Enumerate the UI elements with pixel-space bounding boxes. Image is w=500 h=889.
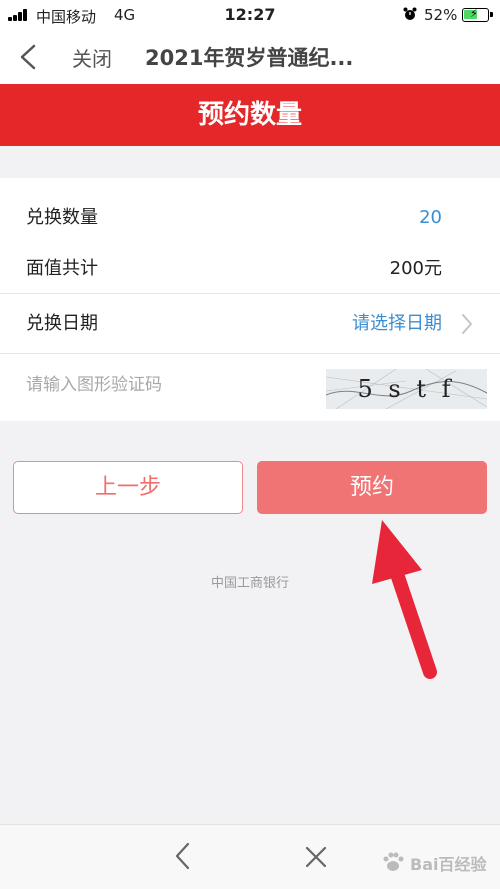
nav-bar: 关闭 2021年贺岁普通纪... [0, 30, 500, 84]
status-bar: 中国移动 4G 12:27 52% ⚡ [0, 0, 500, 30]
quantity-label: 兑换数量 [26, 207, 98, 228]
quantity-row: 兑换数量 20 [0, 178, 500, 238]
reservation-form: 兑换数量 20 面值共计 200元 兑换日期 请选择日期 5 s t f [0, 178, 500, 421]
battery-percent: 52% [424, 6, 458, 24]
close-link[interactable]: 关闭 [72, 43, 112, 72]
alarm-icon [403, 7, 417, 20]
page-title: 2021年贺岁普通纪... [145, 46, 354, 70]
bottom-toolbar: Bai百经验 [0, 824, 500, 889]
captcha-image[interactable]: 5 s t f [326, 369, 487, 409]
date-label: 兑换日期 [26, 313, 98, 334]
face-value-label: 面值共计 [26, 258, 98, 279]
watermark-text: Bai百经验 [410, 855, 487, 874]
baidu-watermark: Bai百经验 [380, 845, 490, 881]
chevron-left-icon[interactable] [16, 43, 42, 71]
paw-icon [383, 852, 404, 871]
captcha-text: 5 s t f [358, 375, 455, 403]
battery-icon: ⚡ [462, 8, 493, 22]
quantity-value[interactable]: 20 [419, 208, 442, 228]
date-row[interactable]: 兑换日期 请选择日期 [0, 294, 500, 354]
face-value-row: 面值共计 200元 [0, 238, 500, 294]
section-banner: 预约数量 [0, 84, 500, 146]
captcha-input[interactable] [26, 368, 306, 402]
close-icon[interactable] [304, 845, 328, 869]
previous-step-button[interactable]: 上一步 [13, 461, 243, 514]
face-value-amount: 200元 [389, 258, 442, 279]
reserve-button[interactable]: 预约 [257, 461, 487, 514]
annotation-arrow-icon [372, 520, 437, 679]
chevron-right-icon [462, 314, 472, 334]
date-picker[interactable]: 请选择日期 [352, 313, 442, 335]
chevron-left-icon[interactable] [172, 841, 194, 871]
